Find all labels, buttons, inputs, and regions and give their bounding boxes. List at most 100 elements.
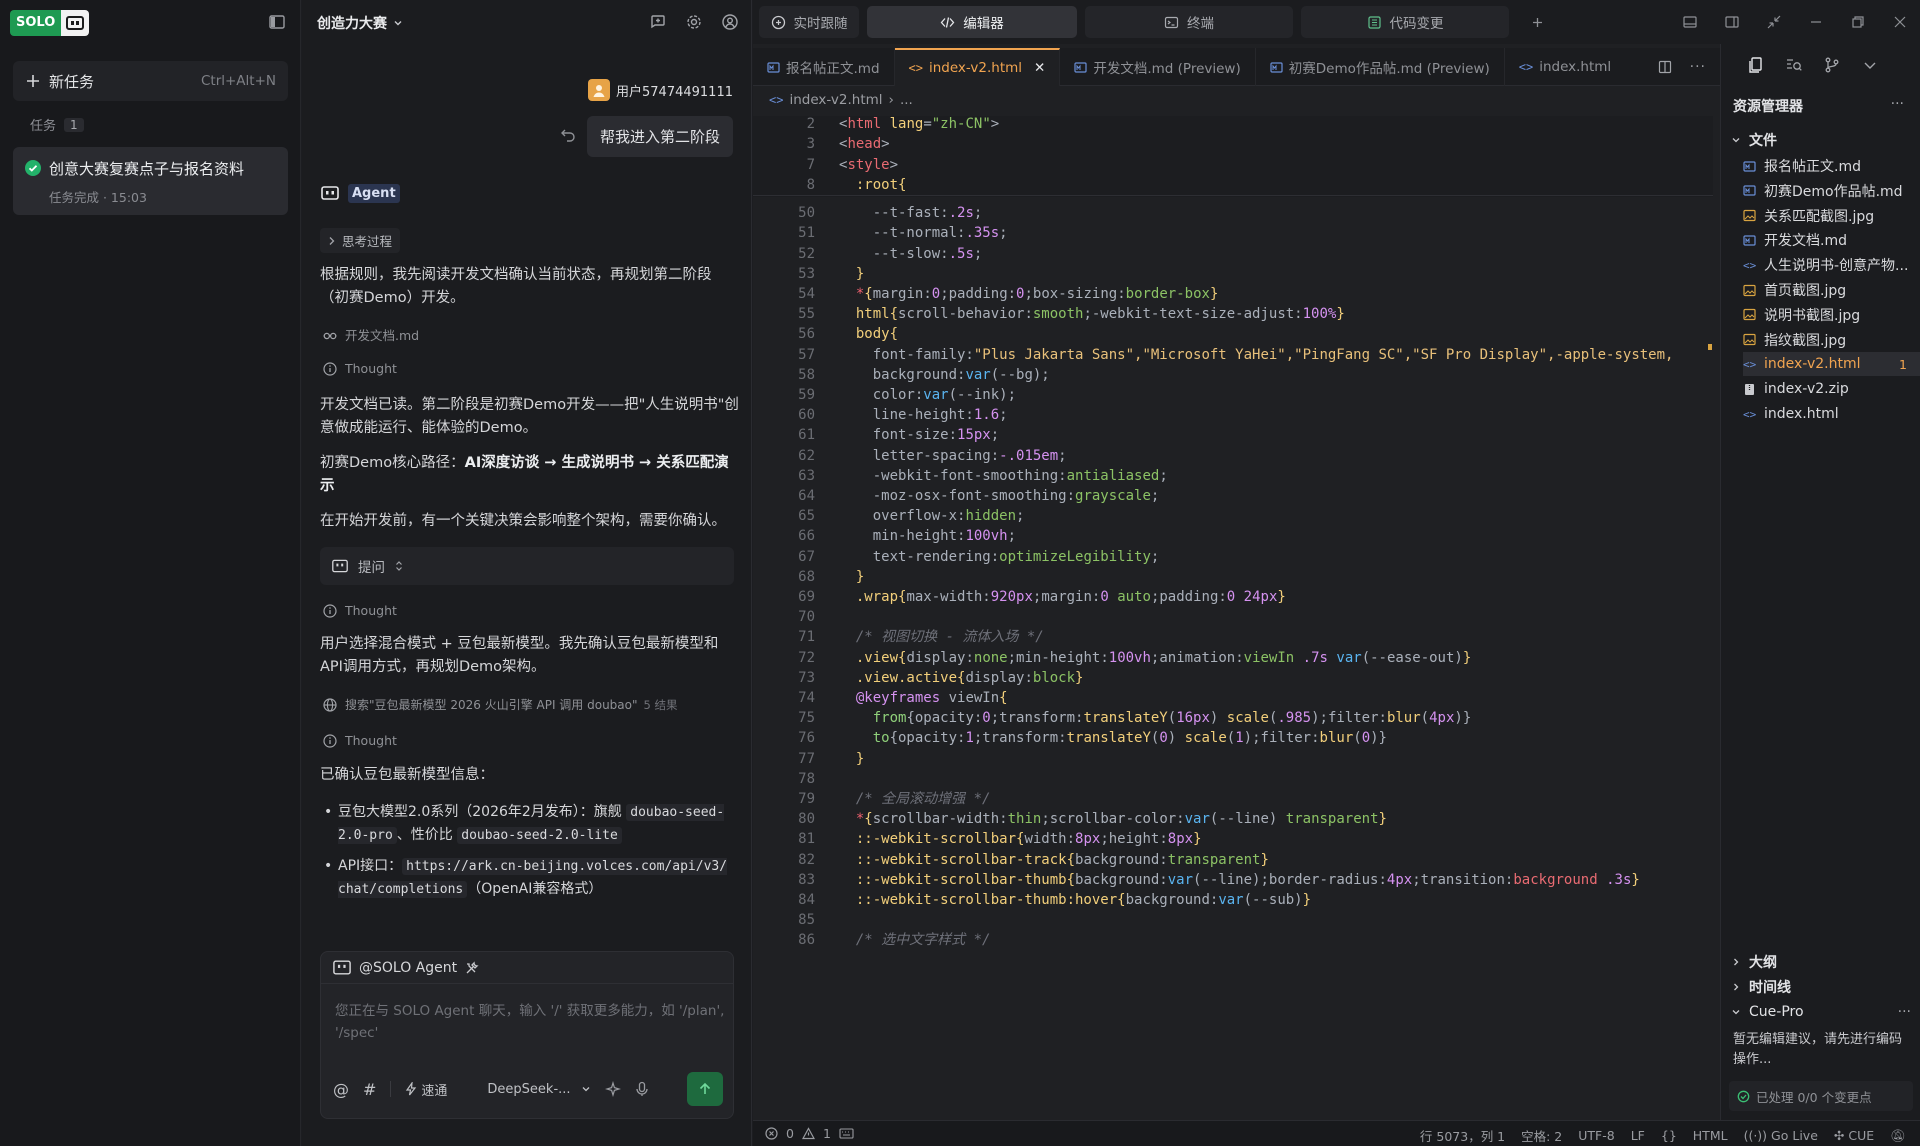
read-file-name: 开发文档.md — [345, 328, 420, 343]
minimize-icon[interactable] — [1808, 14, 1824, 30]
line-number: 8 — [806, 176, 815, 193]
file-tab-index[interactable]: <> index.html — [1505, 48, 1625, 86]
code-editor[interactable]: 2 <html lang="zh-CN"> 3 <head> 7 <style> 8 :ro… — [753, 116, 1713, 1116]
code-line[interactable]: 86 /* 选中文字样式 */ — [753, 928, 1713, 952]
thought-entry-2[interactable]: Thought — [323, 603, 397, 618]
file-tree-item[interactable]: 说明书截图.jpg — [1743, 303, 1920, 327]
line-ending[interactable]: LF — [1631, 1128, 1645, 1143]
file-tab-index-v2[interactable]: <> index-v2.html ✕ — [894, 48, 1061, 86]
tab-live-follow[interactable]: 实时跟随 — [759, 6, 859, 38]
account-icon[interactable] — [721, 13, 739, 31]
new-task-button[interactable]: 新任务 Ctrl+Alt+N — [13, 61, 288, 101]
sparkle-icon[interactable] — [604, 1081, 621, 1097]
sidebar-toggle-icon[interactable] — [268, 13, 286, 31]
folder-files[interactable]: 文件 — [1731, 130, 1777, 150]
timeline-section[interactable]: 时间线 — [1731, 977, 1791, 997]
source-control-icon[interactable] — [1823, 56, 1841, 74]
divider — [390, 1081, 392, 1097]
file-tree-item[interactable]: <> 人生说明书-创意产物... — [1743, 253, 1920, 277]
tab-code-changes[interactable]: 代码变更 — [1301, 6, 1509, 38]
file-tree-item[interactable]: 开发文档.md — [1743, 228, 1920, 252]
indentation[interactable]: 空格: 2 — [1521, 1126, 1562, 1145]
chevron-down-icon[interactable] — [1861, 56, 1879, 74]
microphone-icon[interactable] — [635, 1081, 649, 1097]
go-live-label: Go Live — [1771, 1128, 1818, 1143]
search-icon[interactable] — [1785, 56, 1803, 74]
breadcrumb-file[interactable]: index-v2.html — [789, 92, 882, 108]
mention-icon[interactable]: @ — [333, 1080, 349, 1099]
layout-bottom-icon[interactable] — [1682, 14, 1698, 30]
breadcrumb-more[interactable]: ... — [900, 92, 913, 108]
thought-entry-1[interactable]: Thought — [323, 361, 397, 376]
read-file-entry[interactable]: 开发文档.md — [323, 325, 419, 344]
encoding[interactable]: UTF-8 — [1578, 1128, 1614, 1143]
task-item[interactable]: 创意大赛复赛点子与报名资料 任务完成 · 15:03 — [13, 147, 288, 215]
image-file-icon — [1743, 333, 1756, 346]
close-icon[interactable] — [1892, 14, 1908, 30]
layout-right-icon[interactable] — [1724, 14, 1740, 30]
new-task-label: 新任务 — [49, 72, 95, 91]
file-name: 人生说明书-创意产物... — [1764, 258, 1909, 275]
chat-input[interactable]: 您正在与 SOLO Agent 聊天，输入 '/' 获取更多能力，如 '/pla… — [335, 1000, 725, 1044]
cue-button[interactable]: ✣ CUE — [1834, 1128, 1874, 1143]
glasses-icon — [323, 332, 337, 339]
bullet1-mid: 、性价比 — [396, 827, 453, 843]
thought-entry-3[interactable]: Thought — [323, 733, 397, 748]
speed-label: 速通 — [421, 1083, 448, 1099]
code-line-sticky[interactable]: 8 :root{ — [753, 172, 1713, 197]
file-tree-item[interactable]: 初赛Demo作品帖.md — [1743, 179, 1920, 203]
info-icon — [323, 603, 337, 618]
markdown-file-icon — [1743, 234, 1756, 247]
file-tree-item[interactable]: <> index-v2.html 1 — [1743, 352, 1920, 377]
send-button[interactable] — [687, 1072, 723, 1106]
user-header: 用户57474491111 — [588, 79, 733, 101]
file-tab-signup-post[interactable]: 报名帖正文.md — [753, 48, 895, 86]
close-tab-icon[interactable]: ✕ — [1034, 60, 1045, 76]
file-tab-dev-doc-preview[interactable]: 开发文档.md (Preview) — [1060, 48, 1256, 86]
composer-header[interactable]: @SOLO Agent — [321, 952, 733, 984]
restore-icon[interactable] — [1850, 14, 1866, 30]
gear-icon[interactable] — [685, 13, 703, 31]
chat-title[interactable]: 创造力大赛 — [317, 13, 403, 33]
markdown-file-icon — [767, 61, 780, 73]
agent-text-5: 用户选择混合模式 + 豆包最新模型。我先确认豆包最新模型和API调用方式，再规划… — [320, 636, 719, 675]
web-search-entry[interactable]: 搜索"豆包最新模型 2026 火山引擎 API 调用 doubao" 5 结果 — [323, 696, 678, 713]
collapse-icon[interactable] — [1766, 14, 1782, 30]
files-icon[interactable] — [1747, 56, 1765, 74]
file-name: 开发文档.md — [1764, 233, 1847, 250]
model-select[interactable]: DeepSeek-... — [487, 1082, 590, 1097]
go-live-button[interactable]: ((·)) Go Live — [1744, 1128, 1818, 1143]
ask-question-card[interactable]: 提问 — [320, 547, 734, 585]
more-icon[interactable]: ··· — [1898, 1004, 1911, 1020]
speed-mode-toggle[interactable]: 速通 — [405, 1080, 447, 1099]
chat-title-text: 创造力大赛 — [317, 16, 387, 32]
tab-editor[interactable]: 编辑器 — [867, 6, 1077, 38]
more-icon[interactable]: ··· — [1891, 96, 1904, 112]
undo-icon[interactable] — [560, 126, 576, 142]
problems-indicator[interactable]: 0 1 — [765, 1126, 854, 1141]
file-tab-demo-post-preview[interactable]: 初赛Demo作品帖.md (Preview) — [1256, 48, 1505, 86]
file-tabs: 报名帖正文.md <> index-v2.html ✕ 开发文档.md (Pre… — [753, 48, 1720, 86]
file-tree-item[interactable]: index-v2.zip — [1743, 377, 1920, 401]
language-mode[interactable]: HTML — [1693, 1128, 1728, 1143]
add-tab-button[interactable] — [1517, 6, 1557, 38]
split-editor-icon[interactable] — [1658, 60, 1672, 74]
outline-section[interactable]: 大纲 — [1731, 952, 1777, 972]
file-tree-item[interactable]: 指纹截图.jpg — [1743, 328, 1920, 352]
bell-icon[interactable]: 🔕︎ — [1890, 1128, 1906, 1144]
markdown-file-icon — [1074, 61, 1087, 73]
tab-terminal[interactable]: 终端 — [1085, 6, 1293, 38]
file-name: 报名帖正文.md — [1764, 159, 1861, 175]
file-tree-item[interactable]: 报名帖正文.md — [1743, 154, 1920, 178]
file-tree-item[interactable]: 首页截图.jpg — [1743, 278, 1920, 302]
file-tree-item[interactable]: 关系匹配截图.jpg — [1743, 204, 1920, 228]
new-chat-icon[interactable] — [649, 13, 667, 31]
hash-icon[interactable]: # — [363, 1080, 376, 1099]
braces-icon[interactable]: {} — [1661, 1128, 1677, 1143]
arrow-up-icon — [699, 1082, 711, 1094]
file-tree-item[interactable]: <> index.html — [1743, 402, 1920, 426]
more-icon[interactable]: ··· — [1690, 59, 1706, 75]
cursor-position[interactable]: 行 5073，列 1 — [1420, 1126, 1505, 1145]
thinking-process-toggle[interactable]: 思考过程 — [320, 228, 401, 253]
cue-pro-section[interactable]: Cue-Pro ··· — [1731, 1004, 1911, 1020]
